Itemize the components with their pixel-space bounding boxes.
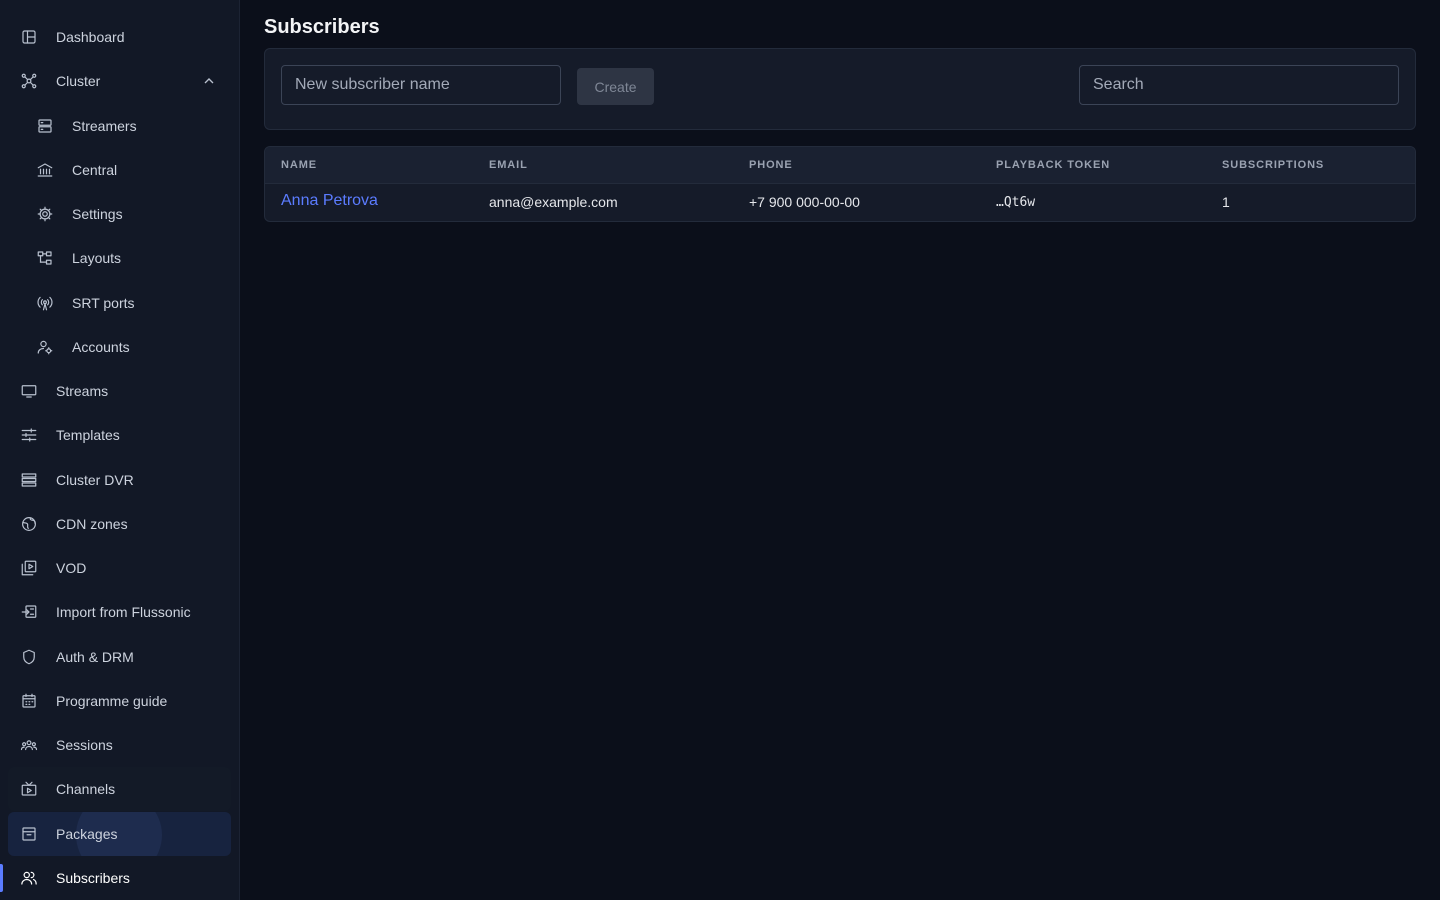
- sidebar-item-vod[interactable]: VOD: [8, 546, 231, 590]
- column-header-name[interactable]: NAME: [281, 159, 317, 171]
- sidebar-item-cdn-zones[interactable]: CDN zones: [8, 502, 231, 546]
- subscriber-phone: +7 900 000-00-00: [749, 194, 860, 210]
- sidebar: Dashboard Cluster Streamers Central Sett…: [0, 0, 240, 900]
- sidebar-item-label: Programme guide: [56, 693, 168, 709]
- sidebar-item-streams[interactable]: Streams: [8, 369, 231, 413]
- sidebar-item-import[interactable]: Import from Flussonic: [8, 590, 231, 634]
- sidebar-item-channels[interactable]: Channels: [8, 767, 231, 811]
- sidebar-item-label: Import from Flussonic: [56, 604, 191, 620]
- monitor-icon: [19, 381, 39, 401]
- sidebar-item-label: Cluster DVR: [56, 472, 134, 488]
- sidebar-item-label: Packages: [56, 826, 118, 842]
- table-row: Anna Petrova anna@example.com +7 900 000…: [265, 184, 1415, 221]
- antenna-icon: [35, 293, 55, 313]
- sidebar-item-label: Dashboard: [56, 29, 125, 45]
- sidebar-item-label: Templates: [56, 427, 120, 443]
- sidebar-item-label: Streamers: [72, 118, 137, 134]
- sidebar-item-sessions[interactable]: Sessions: [8, 723, 231, 767]
- page-title: Subscribers: [264, 16, 380, 38]
- archive-icon: [19, 824, 39, 844]
- dashboard-icon: [19, 27, 39, 47]
- sidebar-item-label: Layouts: [72, 250, 122, 266]
- sidebar-item-streamers[interactable]: Streamers: [8, 104, 231, 148]
- hierarchy-icon: [35, 248, 55, 268]
- sidebar-item-label: Subscribers: [56, 870, 130, 886]
- table-header: NAME EMAIL PHONE PLAYBACK TOKEN SUBSCRIP…: [265, 147, 1415, 184]
- new-subscriber-name-input[interactable]: [281, 65, 561, 105]
- column-header-phone[interactable]: PHONE: [749, 159, 793, 171]
- groups-icon: [19, 735, 39, 755]
- sidebar-item-central[interactable]: Central: [8, 148, 231, 192]
- server-icon: [35, 116, 55, 136]
- subscriber-subscriptions: 1: [1222, 194, 1230, 210]
- sidebar-item-accounts[interactable]: Accounts: [8, 325, 231, 369]
- sidebar-item-label: VOD: [56, 560, 87, 576]
- column-header-email[interactable]: EMAIL: [489, 159, 528, 171]
- sidebar-item-cluster[interactable]: Cluster: [8, 59, 231, 103]
- sidebar-item-label: Cluster: [56, 73, 101, 89]
- chevron-up-icon[interactable]: [201, 73, 217, 89]
- sidebar-item-label: Sessions: [56, 737, 113, 753]
- sidebar-item-packages[interactable]: Packages: [8, 812, 231, 856]
- sidebar-item-label: SRT ports: [72, 295, 135, 311]
- search-input[interactable]: [1079, 65, 1399, 105]
- sidebar-item-auth-drm[interactable]: Auth & DRM: [8, 635, 231, 679]
- active-indicator: [0, 864, 3, 892]
- bank-icon: [35, 160, 55, 180]
- cluster-icon: [19, 71, 39, 91]
- column-header-playback-token[interactable]: PLAYBACK TOKEN: [996, 159, 1110, 171]
- column-header-subscriptions[interactable]: SUBSCRIPTIONS: [1222, 159, 1324, 171]
- video-library-icon: [19, 558, 39, 578]
- shield-icon: [19, 647, 39, 667]
- toolbar-card: Create: [264, 48, 1416, 130]
- subscriber-token: …Qt6w: [996, 195, 1036, 210]
- app-root: Dashboard Cluster Streamers Central Sett…: [0, 0, 1440, 900]
- subscribers-table: NAME EMAIL PHONE PLAYBACK TOKEN SUBSCRIP…: [264, 146, 1416, 222]
- subscriber-name-link[interactable]: Anna Petrova: [281, 192, 378, 210]
- calendar-icon: [19, 691, 39, 711]
- sidebar-item-layouts[interactable]: Layouts: [8, 236, 231, 280]
- sidebar-item-label: Streams: [56, 383, 109, 399]
- sidebar-item-label: Accounts: [72, 339, 130, 355]
- main-content: Subscribers Create NAME EMAIL PHONE PLAY…: [240, 0, 1440, 900]
- import-icon: [19, 602, 39, 622]
- sidebar-item-subscribers[interactable]: Subscribers: [8, 856, 231, 900]
- sidebar-item-label: Auth & DRM: [56, 649, 134, 665]
- user-gear-icon: [35, 337, 55, 357]
- sidebar-item-srt-ports[interactable]: SRT ports: [8, 281, 231, 325]
- sidebar-item-label: Settings: [72, 206, 123, 222]
- storage-icon: [19, 470, 39, 490]
- create-button[interactable]: Create: [577, 68, 654, 105]
- sidebar-item-cluster-dvr[interactable]: Cluster DVR: [8, 458, 231, 502]
- sliders-icon: [19, 425, 39, 445]
- sidebar-item-label: CDN zones: [56, 516, 128, 532]
- sidebar-item-templates[interactable]: Templates: [8, 413, 231, 457]
- sidebar-item-dashboard[interactable]: Dashboard: [8, 15, 231, 59]
- globe-icon: [19, 514, 39, 534]
- sidebar-item-label: Central: [72, 162, 118, 178]
- users-icon: [19, 868, 39, 888]
- gear-icon: [35, 204, 55, 224]
- subscriber-email: anna@example.com: [489, 194, 618, 210]
- tv-icon: [19, 779, 39, 799]
- sidebar-item-programme-guide[interactable]: Programme guide: [8, 679, 231, 723]
- sidebar-item-settings[interactable]: Settings: [8, 192, 231, 236]
- sidebar-item-label: Channels: [56, 781, 116, 797]
